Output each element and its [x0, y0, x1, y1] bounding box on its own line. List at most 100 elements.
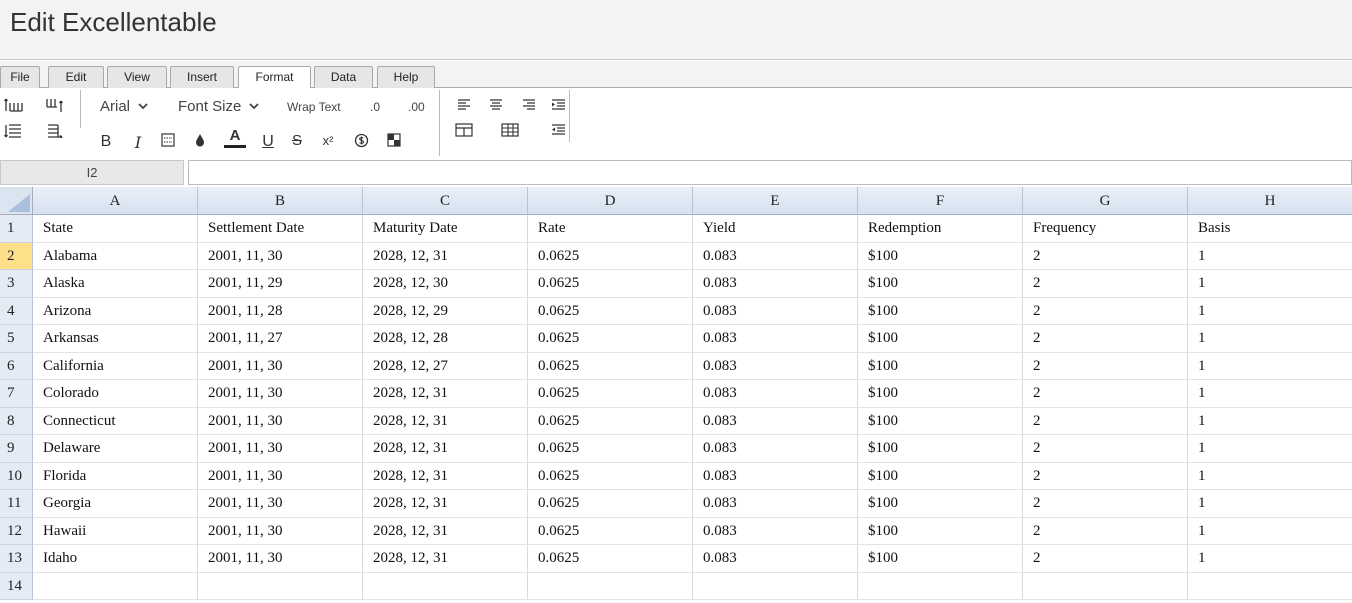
cell-h8[interactable]: 1 — [1188, 408, 1352, 435]
row-header-2[interactable]: 2 — [0, 242, 33, 270]
cell-h5[interactable]: 1 — [1188, 325, 1352, 353]
column-header-c[interactable]: C — [363, 187, 528, 215]
cell-g7[interactable]: 2 — [1023, 380, 1188, 408]
column-header-h[interactable]: H — [1188, 187, 1352, 215]
cell-c3[interactable]: 2028, 12, 30 — [363, 270, 528, 298]
cell-b13[interactable]: 2001, 11, 30 — [198, 545, 363, 573]
conditional-format-icon[interactable] — [384, 130, 404, 150]
row-header-6[interactable]: 6 — [0, 352, 33, 380]
cell-f1[interactable]: Redemption — [858, 215, 1023, 243]
cell-c11[interactable]: 2028, 12, 31 — [363, 490, 528, 518]
cell-c6[interactable]: 2028, 12, 27 — [363, 352, 528, 380]
cell-b7[interactable]: 2001, 11, 30 — [198, 380, 363, 408]
cell-g9[interactable]: 2 — [1023, 435, 1188, 463]
cell-f11[interactable]: $100 — [858, 490, 1023, 518]
cell-d6[interactable]: 0.0625 — [528, 352, 693, 380]
cell-b8[interactable]: 2001, 11, 30 — [198, 407, 363, 435]
cell-d12[interactable]: 0.0625 — [528, 517, 693, 545]
cell-h9[interactable]: 1 — [1188, 435, 1352, 463]
tab-insert[interactable]: Insert — [170, 66, 234, 88]
indent-increase-icon[interactable] — [548, 95, 568, 115]
column-header-d[interactable]: D — [528, 187, 693, 215]
cell-a2[interactable]: Alabama — [33, 242, 198, 270]
cell-h1[interactable]: Basis — [1188, 215, 1352, 243]
tab-edit[interactable]: Edit — [48, 66, 104, 88]
tab-help[interactable]: Help — [377, 66, 435, 88]
insert-column-right-icon[interactable] — [45, 95, 65, 115]
cell-c5[interactable]: 2028, 12, 28 — [363, 325, 528, 353]
cell-e3[interactable]: 0.083 — [693, 270, 858, 298]
cell-d2[interactable]: 0.0625 — [528, 242, 693, 270]
cell-f9[interactable]: $100 — [858, 435, 1023, 463]
cell-b1[interactable]: Settlement Date — [198, 215, 363, 243]
underline-button[interactable]: U — [258, 132, 278, 152]
font-color-icon[interactable]: A — [224, 128, 246, 148]
cell-b11[interactable]: 2001, 11, 30 — [198, 490, 363, 518]
currency-format-icon[interactable] — [351, 130, 371, 150]
cell-g8[interactable]: 2 — [1023, 407, 1188, 435]
cell-g3[interactable]: 2 — [1023, 270, 1188, 298]
cell-b4[interactable]: 2001, 11, 28 — [198, 297, 363, 325]
cell-b5[interactable]: 2001, 11, 27 — [198, 325, 363, 353]
cell-g6[interactable]: 2 — [1023, 352, 1188, 380]
cell-h3[interactable]: 1 — [1188, 270, 1352, 298]
italic-button[interactable]: I — [128, 132, 148, 152]
cell-f12[interactable]: $100 — [858, 517, 1023, 545]
cell-d4[interactable]: 0.0625 — [528, 297, 693, 325]
cell-e6[interactable]: 0.083 — [693, 352, 858, 380]
cell-reference-box[interactable]: I2 — [0, 160, 184, 185]
indent-decrease-icon[interactable] — [548, 120, 568, 140]
align-left-icon[interactable] — [454, 95, 474, 115]
decrease-decimal-button[interactable]: .0 — [370, 100, 380, 114]
cell-f7[interactable]: $100 — [858, 380, 1023, 408]
cell-a4[interactable]: Arizona — [33, 297, 198, 325]
bold-button[interactable]: B — [96, 132, 116, 152]
cell-b6[interactable]: 2001, 11, 30 — [198, 352, 363, 380]
cell-f4[interactable]: $100 — [858, 297, 1023, 325]
cell-a14[interactable] — [33, 572, 198, 600]
cell-g1[interactable]: Frequency — [1023, 215, 1188, 243]
align-right-icon[interactable] — [519, 95, 539, 115]
row-header-11[interactable]: 11 — [0, 490, 33, 518]
select-all-corner[interactable] — [0, 187, 33, 215]
cell-a13[interactable]: Idaho — [33, 545, 198, 573]
cell-f5[interactable]: $100 — [858, 325, 1023, 353]
row-header-14[interactable]: 14 — [0, 572, 33, 600]
cell-e12[interactable]: 0.083 — [693, 517, 858, 545]
cell-c7[interactable]: 2028, 12, 31 — [363, 380, 528, 408]
cell-g12[interactable]: 2 — [1023, 517, 1188, 545]
cell-a10[interactable]: Florida — [33, 462, 198, 490]
cell-f10[interactable]: $100 — [858, 462, 1023, 490]
cell-h12[interactable]: 1 — [1188, 518, 1352, 545]
cell-c4[interactable]: 2028, 12, 29 — [363, 297, 528, 325]
cell-g2[interactable]: 2 — [1023, 242, 1188, 270]
cell-d11[interactable]: 0.0625 — [528, 490, 693, 518]
cell-d8[interactable]: 0.0625 — [528, 407, 693, 435]
row-header-1[interactable]: 1 — [0, 215, 33, 243]
cell-e4[interactable]: 0.083 — [693, 297, 858, 325]
column-header-g[interactable]: G — [1023, 187, 1188, 215]
cell-h13[interactable]: 1 — [1188, 545, 1352, 573]
cell-h10[interactable]: 1 — [1188, 463, 1352, 490]
insert-row-above-icon[interactable] — [4, 95, 24, 115]
wrap-text-button[interactable]: Wrap Text — [287, 100, 341, 114]
cell-b9[interactable]: 2001, 11, 30 — [198, 435, 363, 463]
cell-g10[interactable]: 2 — [1023, 462, 1188, 490]
increase-decimal-button[interactable]: .00 — [408, 100, 425, 114]
cell-f2[interactable]: $100 — [858, 242, 1023, 270]
font-size-dropdown[interactable]: Font Size — [178, 98, 260, 115]
cell-d10[interactable]: 0.0625 — [528, 462, 693, 490]
cell-d7[interactable]: 0.0625 — [528, 380, 693, 408]
cell-a12[interactable]: Hawaii — [33, 517, 198, 545]
cell-h7[interactable]: 1 — [1188, 380, 1352, 408]
merge-cells-icon[interactable] — [454, 120, 474, 140]
tab-file[interactable]: File — [0, 66, 40, 88]
row-header-8[interactable]: 8 — [0, 407, 33, 435]
cell-c14[interactable] — [363, 572, 528, 600]
row-header-4[interactable]: 4 — [0, 297, 33, 325]
tab-data[interactable]: Data — [314, 66, 373, 88]
cell-e10[interactable]: 0.083 — [693, 462, 858, 490]
cell-c12[interactable]: 2028, 12, 31 — [363, 517, 528, 545]
cell-f13[interactable]: $100 — [858, 545, 1023, 573]
column-header-a[interactable]: A — [33, 187, 198, 215]
